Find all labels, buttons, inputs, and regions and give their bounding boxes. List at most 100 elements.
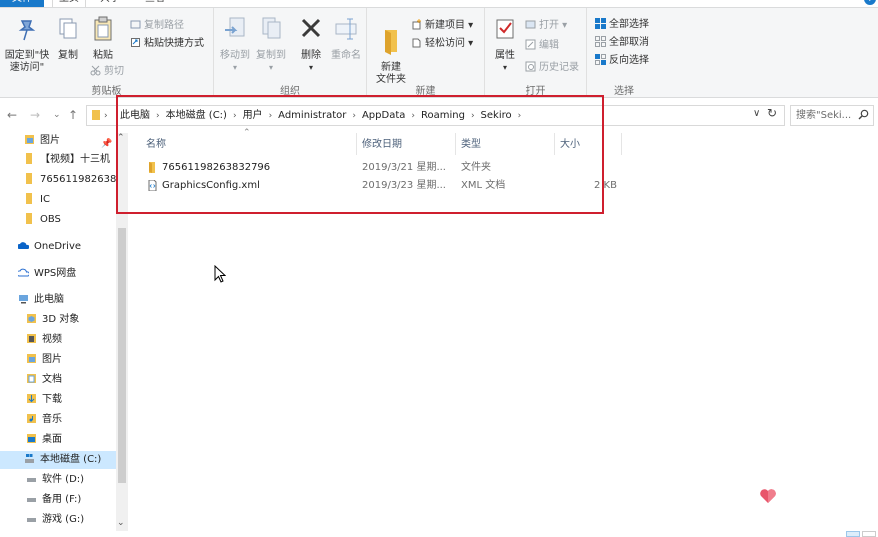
nav-item-local-disk-c[interactable]: 本地磁盘 (C:) bbox=[0, 451, 116, 469]
rename-icon bbox=[335, 18, 357, 40]
nav-scrollbar-thumb[interactable] bbox=[118, 228, 126, 483]
copy-button[interactable]: 复制 bbox=[54, 14, 82, 62]
help-icon[interactable]: ? bbox=[864, 0, 876, 5]
open-icon bbox=[525, 20, 536, 29]
search-input[interactable]: 搜索"Seki... bbox=[790, 105, 874, 126]
cut-button[interactable]: 剪切 bbox=[90, 64, 124, 80]
paste-icon bbox=[94, 16, 112, 41]
new-item-button[interactable]: 新建项目 ▾ bbox=[411, 18, 473, 34]
refresh-icon[interactable]: ↻ bbox=[767, 106, 777, 120]
back-arrow-icon[interactable]: ← bbox=[7, 108, 17, 122]
nav-item-label: 本地磁盘 (C:) bbox=[40, 454, 102, 465]
column-divider[interactable] bbox=[621, 133, 622, 155]
folder-icon bbox=[26, 173, 32, 184]
address-chevron-icon[interactable]: › bbox=[104, 108, 108, 124]
invert-selection-label: 反向选择 bbox=[609, 55, 649, 66]
nav-item-label: 3D 对象 bbox=[42, 314, 80, 325]
nav-item-label: 视频 bbox=[42, 334, 62, 345]
select-group: 全部选择 全部取消 反向选择 选择 bbox=[587, 8, 661, 98]
scroll-down-icon[interactable]: ⌄ bbox=[117, 518, 125, 528]
nav-item-label: WPS网盘 bbox=[34, 268, 77, 279]
organize-group: 移动到 ▾ 复制到 ▾ 删除 ▾ 重命名 组织 bbox=[214, 8, 367, 98]
nav-item-music[interactable]: 音乐 bbox=[26, 411, 116, 429]
drive-icon bbox=[27, 518, 36, 522]
history-button[interactable]: 历史记录 bbox=[525, 60, 579, 76]
ribbon: 固定到"快速访问" 复制 粘贴 复制路径 粘贴快捷方式 剪切 剪贴板 移动到 ▾… bbox=[0, 7, 878, 98]
pictures-folder-icon bbox=[25, 135, 34, 144]
downloads-folder-icon bbox=[27, 394, 36, 403]
folder-location-icon bbox=[92, 110, 100, 120]
new-item-label: 新建项目 ▾ bbox=[425, 20, 474, 31]
easy-access-label: 轻松访问 ▾ bbox=[425, 38, 474, 49]
nav-item-onedrive[interactable]: OneDrive bbox=[18, 238, 116, 256]
recent-locations-chevron-icon[interactable]: ⌄ bbox=[53, 110, 61, 120]
copy-icon bbox=[59, 18, 77, 39]
nav-item-drive-d[interactable]: 软件 (D:) bbox=[26, 471, 116, 489]
pin-icon[interactable]: 📌 bbox=[101, 139, 112, 149]
nav-item-label: OneDrive bbox=[34, 241, 82, 252]
nav-item-videos[interactable]: 视频 bbox=[26, 331, 116, 349]
nav-item-desktop[interactable]: 桌面 bbox=[26, 431, 116, 449]
edit-button[interactable]: 编辑 bbox=[525, 38, 559, 54]
pictures-folder-icon bbox=[27, 354, 36, 363]
wps-cloud-icon bbox=[18, 268, 29, 277]
nav-item-3d-objects[interactable]: 3D 对象 bbox=[26, 311, 116, 329]
nav-item-obs[interactable]: OBS bbox=[24, 211, 116, 229]
properties-button[interactable]: 属性 ▾ bbox=[489, 14, 521, 74]
tab-share[interactable]: 共享 bbox=[100, 0, 120, 7]
windows-drive-icon bbox=[25, 454, 34, 463]
nav-item-this-pc[interactable]: 此电脑 bbox=[18, 291, 116, 309]
copy-to-button[interactable]: 复制到 ▾ bbox=[254, 14, 288, 74]
nav-item-ic[interactable]: IC bbox=[24, 191, 116, 209]
copy-to-icon bbox=[262, 17, 281, 39]
easy-access-button[interactable]: 轻松访问 ▾ bbox=[411, 36, 473, 52]
tab-home[interactable]: 主页 bbox=[52, 0, 86, 7]
nav-item-wps-drive[interactable]: WPS网盘 bbox=[18, 265, 116, 283]
drive-icon bbox=[27, 478, 36, 482]
pin-icon bbox=[18, 20, 36, 41]
highlight-annotation-box bbox=[116, 95, 604, 214]
nav-item-label: 桌面 bbox=[42, 434, 62, 445]
documents-folder-icon bbox=[27, 374, 36, 383]
copy-label: 复制 bbox=[58, 50, 78, 61]
large-icons-view-button[interactable] bbox=[862, 531, 876, 537]
delete-button[interactable]: 删除 ▾ bbox=[296, 14, 326, 74]
nav-item-pictures[interactable]: 图片 bbox=[26, 351, 116, 369]
open-button[interactable]: 打开 ▾ bbox=[525, 18, 567, 34]
nav-item-documents[interactable]: 文档 bbox=[26, 371, 116, 389]
pin-quick-access-button[interactable]: 固定到"快速访问" bbox=[4, 14, 50, 74]
tab-view[interactable]: 查看 bbox=[145, 0, 165, 7]
open-label: 打开 ▾ bbox=[539, 20, 568, 31]
properties-label: 属性 bbox=[495, 50, 515, 61]
select-all-button[interactable]: 全部选择 bbox=[595, 17, 649, 33]
tab-file[interactable]: 文件 bbox=[0, 0, 44, 7]
paste-shortcut-button[interactable]: 粘贴快捷方式 bbox=[130, 36, 204, 52]
nav-item-downloads[interactable]: 下载 bbox=[26, 391, 116, 409]
details-view-button[interactable] bbox=[846, 531, 860, 537]
collapse-ribbon-icon[interactable]: ⌃ bbox=[854, 0, 862, 5]
file-explorer-window: 文件 主页 共享 查看 ⌃ ? 固定到"快速访问" 复制 粘贴 复制路径 bbox=[0, 0, 878, 537]
drive-icon bbox=[27, 498, 36, 502]
easy-access-icon bbox=[412, 38, 421, 48]
nav-item-label: 音乐 bbox=[42, 414, 62, 425]
nav-item-video-folder[interactable]: 【视频】十三机 bbox=[24, 151, 116, 169]
rename-button[interactable]: 重命名 bbox=[328, 14, 364, 62]
nav-item-steam-folder[interactable]: 765611982638 bbox=[24, 171, 116, 189]
nav-item-drive-g[interactable]: 游戏 (G:) bbox=[26, 511, 116, 529]
copy-to-label: 复制到 bbox=[256, 50, 286, 61]
select-all-label: 全部选择 bbox=[609, 19, 649, 30]
forward-arrow-icon[interactable]: → bbox=[30, 108, 40, 122]
new-folder-icon bbox=[385, 30, 397, 55]
address-dropdown-icon[interactable]: ∨ bbox=[753, 108, 760, 119]
up-arrow-icon[interactable]: ↑ bbox=[68, 108, 78, 122]
move-to-button[interactable]: 移动到 ▾ bbox=[218, 14, 252, 74]
folder-icon bbox=[26, 153, 32, 164]
nav-item-drive-f[interactable]: 备用 (F:) bbox=[26, 491, 116, 509]
folder-icon bbox=[26, 213, 32, 224]
copy-path-button[interactable]: 复制路径 bbox=[130, 18, 184, 34]
new-group: 新建 文件夹 新建项目 ▾ 轻松访问 ▾ 新建 bbox=[367, 8, 485, 98]
select-none-button[interactable]: 全部取消 bbox=[595, 35, 649, 51]
paste-button[interactable]: 粘贴 bbox=[87, 14, 119, 62]
this-pc-icon bbox=[19, 295, 28, 304]
invert-selection-button[interactable]: 反向选择 bbox=[595, 53, 649, 69]
